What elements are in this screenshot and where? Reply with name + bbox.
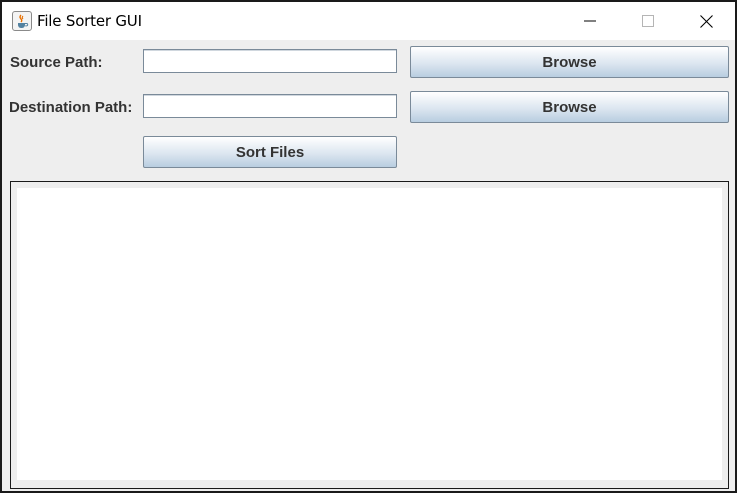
log-text-area[interactable] [17,188,722,480]
source-path-label: Source Path: [10,54,103,71]
maximize-button[interactable] [619,2,677,40]
source-browse-button[interactable]: Browse [410,46,729,78]
destination-browse-button[interactable]: Browse [410,91,729,123]
minimize-button[interactable] [561,2,619,40]
java-cup-icon [12,11,32,31]
maximize-icon [642,15,654,27]
destination-path-label: Destination Path: [9,99,133,116]
close-icon [699,14,713,28]
minimize-icon [584,20,596,22]
app-window: File Sorter GUI Source Path: Browse Dest… [0,0,737,493]
window-title: File Sorter GUI [37,12,142,30]
log-scroll-pane [10,181,729,489]
close-button[interactable] [677,2,735,40]
sort-files-button[interactable]: Sort Files [143,136,397,168]
source-path-input[interactable] [143,49,397,73]
title-bar[interactable]: File Sorter GUI [2,2,735,40]
destination-path-input[interactable] [143,94,397,118]
